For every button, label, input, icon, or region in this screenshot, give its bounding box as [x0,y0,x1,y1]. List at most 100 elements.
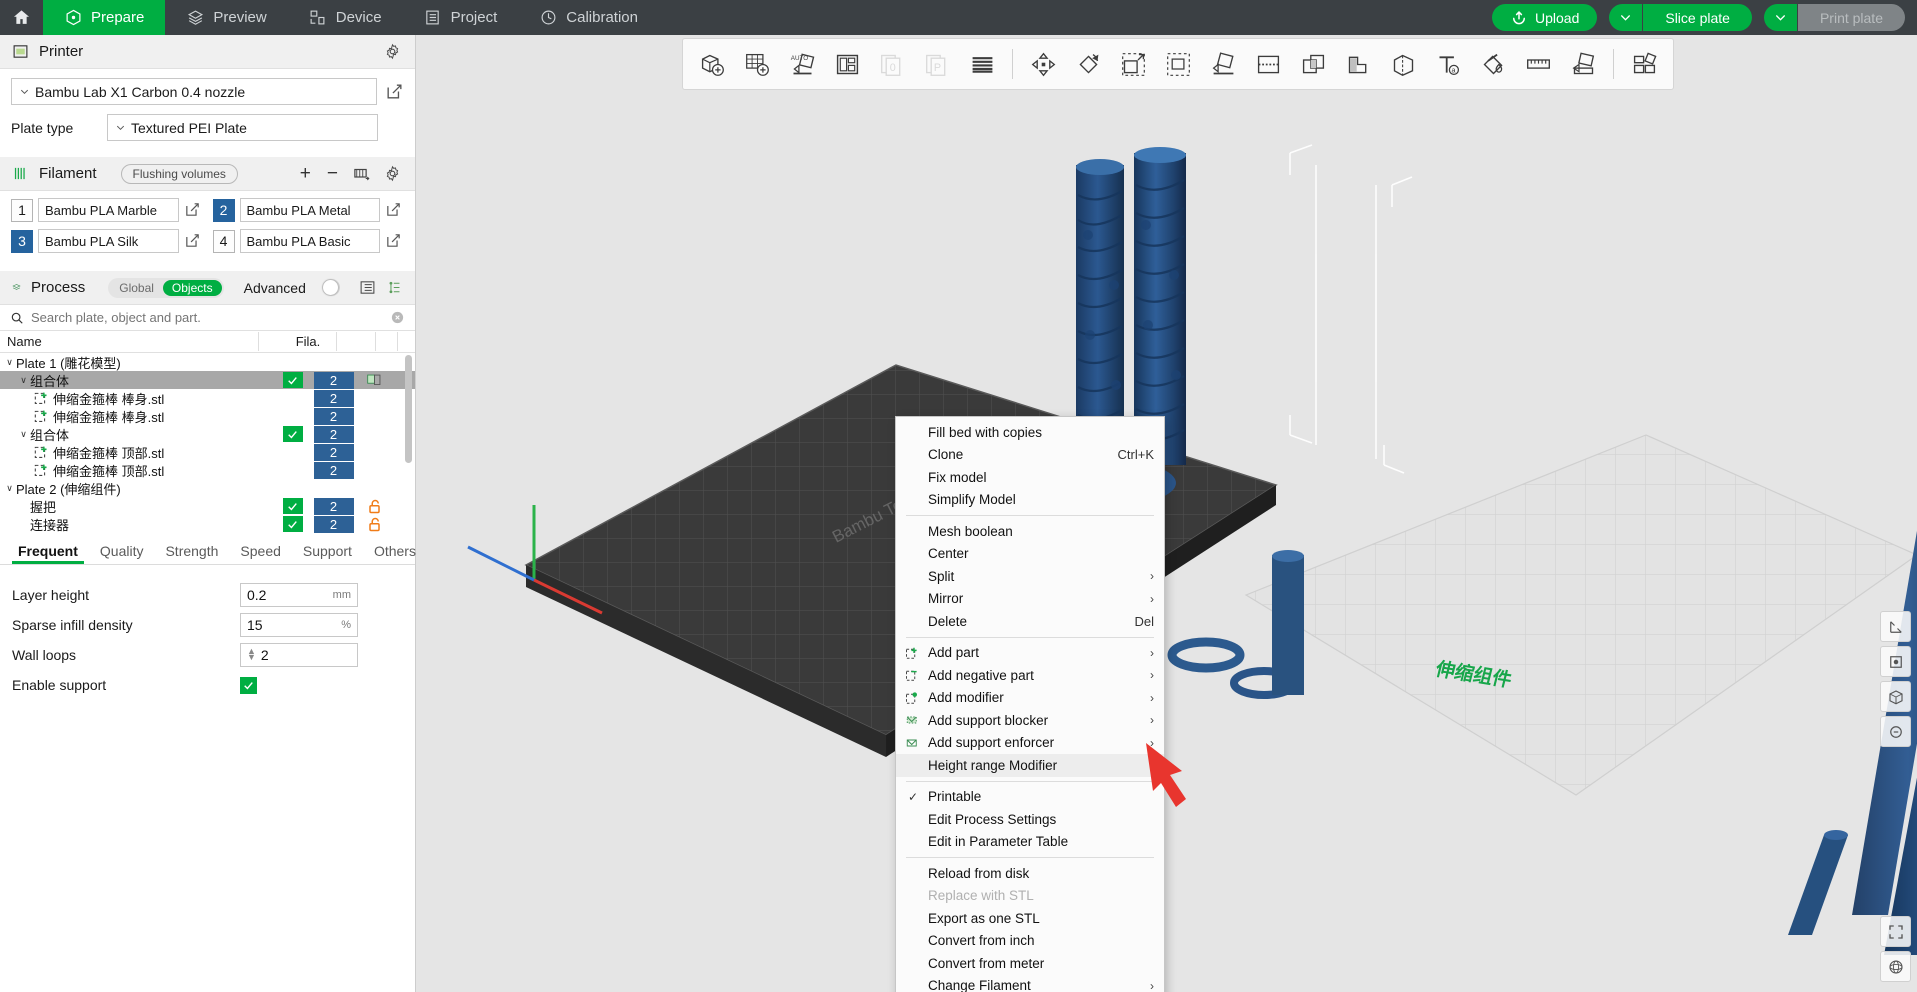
filament-edit-3[interactable] [184,232,203,251]
filament-index-2[interactable]: 2 [212,198,235,222]
fit-view-button[interactable] [1880,916,1911,947]
param-layer-height-input[interactable]: 0.2 mm [240,583,358,607]
filament-edit-2[interactable] [385,201,404,220]
object-grouping-button[interactable] [1623,42,1665,86]
printable-checkbox-cell[interactable] [272,425,313,443]
remove-filament-button[interactable]: − [324,164,341,183]
filament-cell[interactable]: 2 [313,425,354,443]
mesh-boolean-button[interactable] [1292,42,1334,86]
param-infill-input[interactable]: 15 % [240,613,358,637]
list-view-button[interactable] [359,277,376,298]
filament-cell[interactable]: 2 [313,371,354,389]
slice-plate-dropdown[interactable] [1609,4,1644,31]
printable-checkbox[interactable] [282,516,303,532]
detach-view-button[interactable] [1880,716,1911,747]
slice-plate-button[interactable]: Slice plate [1643,4,1752,31]
filament-index-4[interactable]: 4 [212,229,235,253]
filament-edit-4[interactable] [385,232,404,251]
menu-item-fill-bed-with-copies[interactable]: Fill bed with copies [896,421,1164,444]
move-button[interactable] [1022,42,1064,86]
stepper-arrows-icon[interactable]: ▲ ▼ [247,647,256,661]
menu-item-edit-in-parameter-table[interactable]: Edit in Parameter Table [896,831,1164,854]
assembly-button[interactable] [1562,42,1604,86]
variable-layer-height-button[interactable] [961,42,1003,86]
menu-item-replace-with-stl[interactable]: Replace with STL [896,885,1164,908]
printer-preset-select[interactable]: Bambu Lab X1 Carbon 0.4 nozzle [11,78,377,105]
printable-checkbox[interactable] [282,372,303,388]
print-plate-dropdown[interactable] [1763,4,1798,31]
menu-item-add-support-enforcer[interactable]: Add support enforcer › [896,732,1164,755]
filament-cell[interactable]: 2 [313,497,354,515]
tree-scrollbar[interactable] [405,355,412,463]
support-painting-button[interactable] [1337,42,1379,86]
cut-button[interactable] [1247,42,1289,86]
3d-viewport[interactable]: Bambu Textured PEI Plate [416,35,1917,992]
object-tree[interactable]: ∨ Plate 1 (雕花模型) ∨ 组合体 2 伸缩金箍棒 棒身.stl 2 … [0,353,415,538]
add-filament-button[interactable]: + [297,164,314,183]
print-plate-button[interactable]: Print plate [1797,4,1905,31]
printable-checkbox-cell[interactable] [272,515,313,533]
flushing-volumes-button[interactable]: Flushing volumes [120,163,238,184]
expand-chevron-icon[interactable]: ∨ [3,357,16,368]
tab-frequent[interactable]: Frequent [8,543,88,564]
menu-item-mesh-boolean[interactable]: Mesh boolean [896,520,1164,543]
printable-checkbox[interactable] [282,498,303,514]
lay-on-face-button[interactable] [1202,42,1244,86]
clear-circle-icon[interactable] [390,310,405,325]
filament-cell[interactable]: 2 [313,407,354,425]
filament-cell[interactable]: 2 [313,389,354,407]
menu-item-height-range-modifier[interactable]: Height range Modifier [896,754,1164,777]
tree-row-part[interactable]: 伸缩金箍棒 顶部.stl 2 [0,443,415,461]
home-button[interactable] [0,0,43,35]
menu-item-add-support-blocker[interactable]: Add support blocker › [896,709,1164,732]
menu-item-add-modifier[interactable]: Add modifier › [896,687,1164,710]
rotate-button[interactable] [1067,42,1109,86]
support-cell[interactable] [354,371,395,389]
tree-row-grip[interactable]: 握把 2 [0,497,415,515]
menu-item-edit-process-settings[interactable]: Edit Process Settings [896,808,1164,831]
filament-name-3[interactable]: Bambu PLA Silk [38,229,179,253]
tree-row-part[interactable]: 伸缩金箍棒 棒身.stl 2 [0,389,415,407]
nav-tab-project[interactable]: Project [403,0,519,35]
tree-row-plate-1[interactable]: ∨ Plate 1 (雕花模型) [0,353,415,371]
nav-tab-device[interactable]: Device [288,0,403,35]
menu-item-simplify-model[interactable]: Simplify Model [896,489,1164,512]
printer-edit-button[interactable] [385,82,404,101]
nav-tab-preview[interactable]: Preview [165,0,287,35]
menu-item-add-part[interactable]: Add part › [896,642,1164,665]
view-cube-button[interactable] [1880,681,1911,712]
filament-cell[interactable]: 2 [313,515,354,533]
advanced-toggle[interactable] [321,279,340,296]
filament-name-2[interactable]: Bambu PLA Metal [239,198,380,222]
menu-item-export-as-one-stl[interactable]: Export as one STL [896,907,1164,930]
expand-chevron-icon[interactable]: ∨ [17,429,30,440]
gizmo-view-button[interactable] [1880,951,1911,982]
plate-type-select[interactable]: Textured PEI Plate [107,114,378,141]
menu-item-clone[interactable]: Clone Ctrl+K [896,444,1164,467]
menu-item-delete[interactable]: Delete Del [896,610,1164,633]
copies-button[interactable]: 0 [871,42,913,86]
nav-tab-prepare[interactable]: Prepare [43,0,166,35]
tab-speed[interactable]: Speed [230,543,290,564]
scope-global-option[interactable]: Global [110,280,163,296]
tab-support[interactable]: Support [293,543,362,564]
menu-item-add-negative-part[interactable]: Add negative part › [896,664,1164,687]
param-enable-support-checkbox[interactable] [240,676,257,694]
menu-item-convert-from-inch[interactable]: Convert from inch [896,930,1164,953]
filament-settings-button[interactable] [382,163,403,184]
upload-button[interactable]: Upload [1491,4,1598,31]
nav-tab-calibration[interactable]: Calibration [518,0,659,35]
menu-item-center[interactable]: Center [896,543,1164,566]
printer-settings-button[interactable] [382,41,403,62]
tree-row-part[interactable]: 伸缩金箍棒 顶部.stl 2 [0,461,415,479]
add-object-button[interactable] [691,42,733,86]
lock-cell[interactable] [354,515,395,533]
process-scope-toggle[interactable]: Global Objects [108,277,224,298]
color-painting-button[interactable] [1472,42,1514,86]
menu-item-fix-model[interactable]: Fix model [896,466,1164,489]
object-context-menu[interactable]: Fill bed with copies Clone Ctrl+K Fix mo… [895,416,1165,992]
tree-row-plate-2[interactable]: ∨ Plate 2 (伸缩组件) [0,479,415,497]
printable-checkbox-cell[interactable] [272,497,313,515]
seam-painting-button[interactable] [1382,42,1424,86]
filament-edit-1[interactable] [184,201,203,220]
